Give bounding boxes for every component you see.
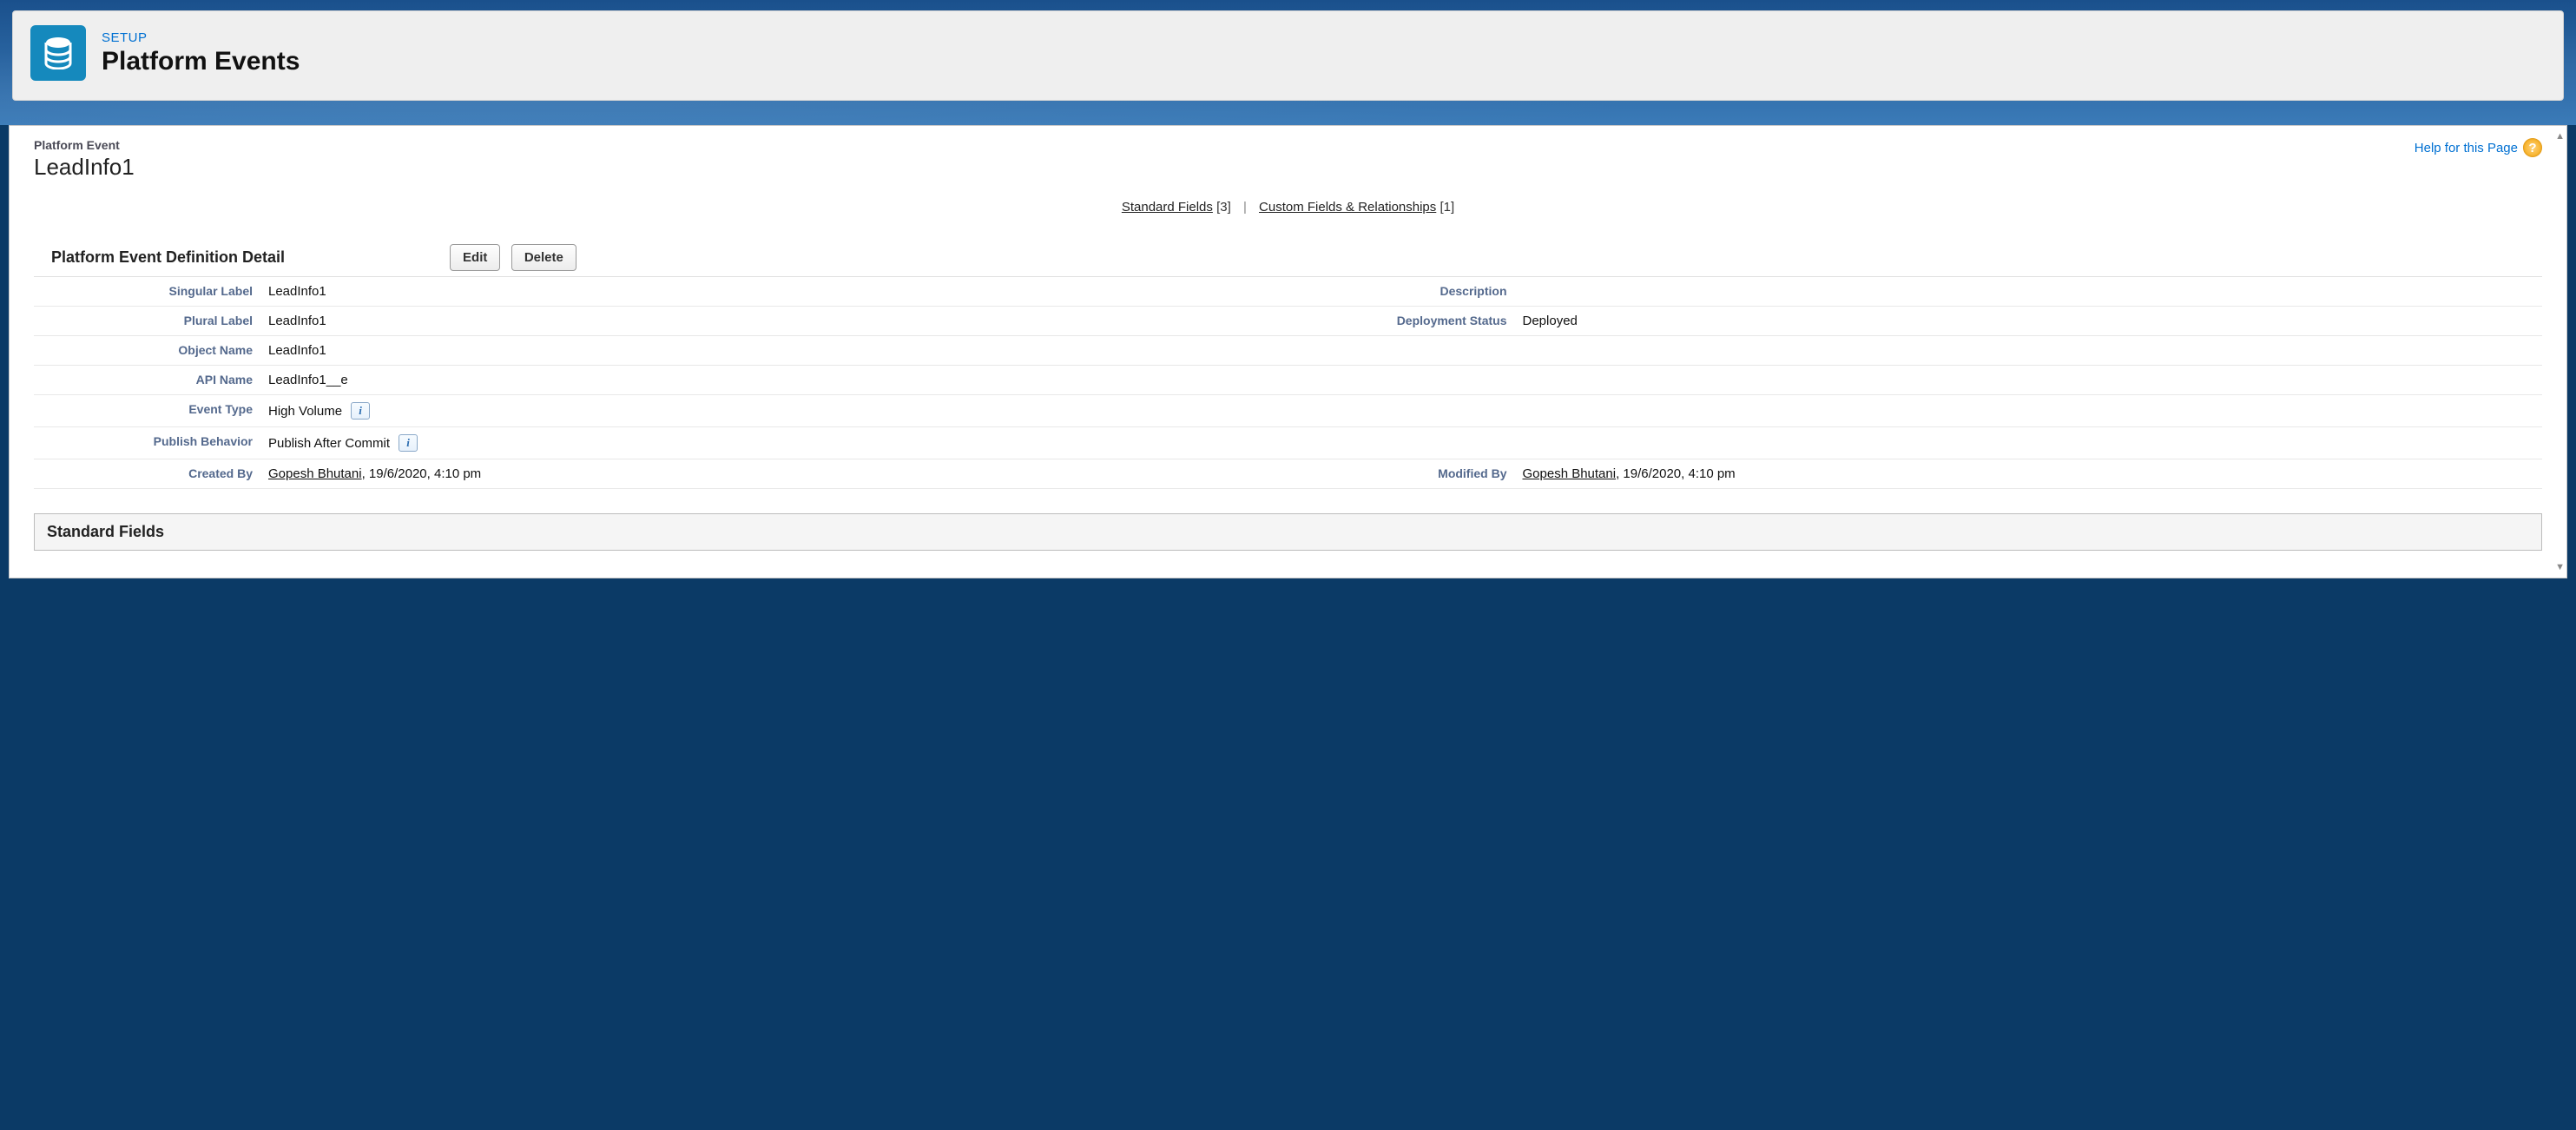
setup-header-card: SETUP Platform Events: [12, 10, 2564, 101]
object-type-label: Platform Event: [34, 138, 135, 152]
help-icon: ?: [2523, 138, 2542, 157]
value-singular-label: LeadInfo1: [268, 277, 1288, 306]
anchor-links: Standard Fields [3] | Custom Fields & Re…: [34, 200, 2542, 215]
label-api-name: API Name: [34, 366, 268, 394]
content-scroll[interactable]: Platform Event LeadInfo1 Help for this P…: [10, 126, 2566, 578]
info-icon[interactable]: i: [351, 402, 370, 420]
value-publish-behavior: Publish After Commit: [268, 436, 390, 451]
value-api-name: LeadInfo1__e: [268, 366, 2542, 394]
standard-fields-anchor[interactable]: Standard Fields: [1122, 200, 1213, 215]
label-created-by: Created By: [34, 459, 268, 488]
label-object-name: Object Name: [34, 336, 268, 365]
help-link-label: Help for this Page: [2415, 141, 2518, 155]
label-modified-by: Modified By: [1288, 459, 1523, 488]
label-publish-behavior: Publish Behavior: [34, 427, 268, 459]
object-name-title: LeadInfo1: [34, 154, 135, 181]
detail-section-title: Platform Event Definition Detail: [51, 248, 285, 267]
label-singular-label: Singular Label: [34, 277, 268, 306]
label-event-type: Event Type: [34, 395, 268, 426]
created-by-user-link[interactable]: Gopesh Bhutani: [268, 466, 362, 481]
standard-fields-section-header: Standard Fields: [34, 513, 2542, 551]
help-for-page-link[interactable]: Help for this Page ?: [2415, 138, 2542, 157]
modified-by-user-link[interactable]: Gopesh Bhutani: [1523, 466, 1617, 481]
info-icon[interactable]: i: [399, 434, 418, 452]
content-panel: ▲ ▼ Platform Event LeadInfo1 Help for th…: [9, 125, 2567, 578]
value-deployment-status: Deployed: [1523, 307, 2543, 335]
value-description: [1523, 277, 2543, 306]
anchor-separator: |: [1243, 200, 1247, 215]
value-event-type: High Volume: [268, 404, 342, 419]
label-description: Description: [1288, 277, 1523, 306]
label-deployment-status: Deployment Status: [1288, 307, 1523, 335]
database-icon: [30, 25, 86, 81]
created-by-date: , 19/6/2020, 4:10 pm: [362, 466, 482, 481]
value-object-name: LeadInfo1: [268, 336, 2542, 365]
custom-fields-count: [1]: [1440, 200, 1454, 215]
label-plural-label: Plural Label: [34, 307, 268, 335]
modified-by-date: , 19/6/2020, 4:10 pm: [1616, 466, 1736, 481]
header-title: Platform Events: [102, 47, 300, 76]
detail-table: Singular Label LeadInfo1 Description Plu…: [34, 276, 2542, 489]
edit-button[interactable]: Edit: [450, 244, 500, 271]
custom-fields-anchor[interactable]: Custom Fields & Relationships: [1259, 200, 1436, 215]
delete-button[interactable]: Delete: [511, 244, 576, 271]
value-plural-label: LeadInfo1: [268, 307, 1288, 335]
header-eyebrow: SETUP: [102, 30, 300, 45]
standard-fields-count: [3]: [1216, 200, 1231, 215]
